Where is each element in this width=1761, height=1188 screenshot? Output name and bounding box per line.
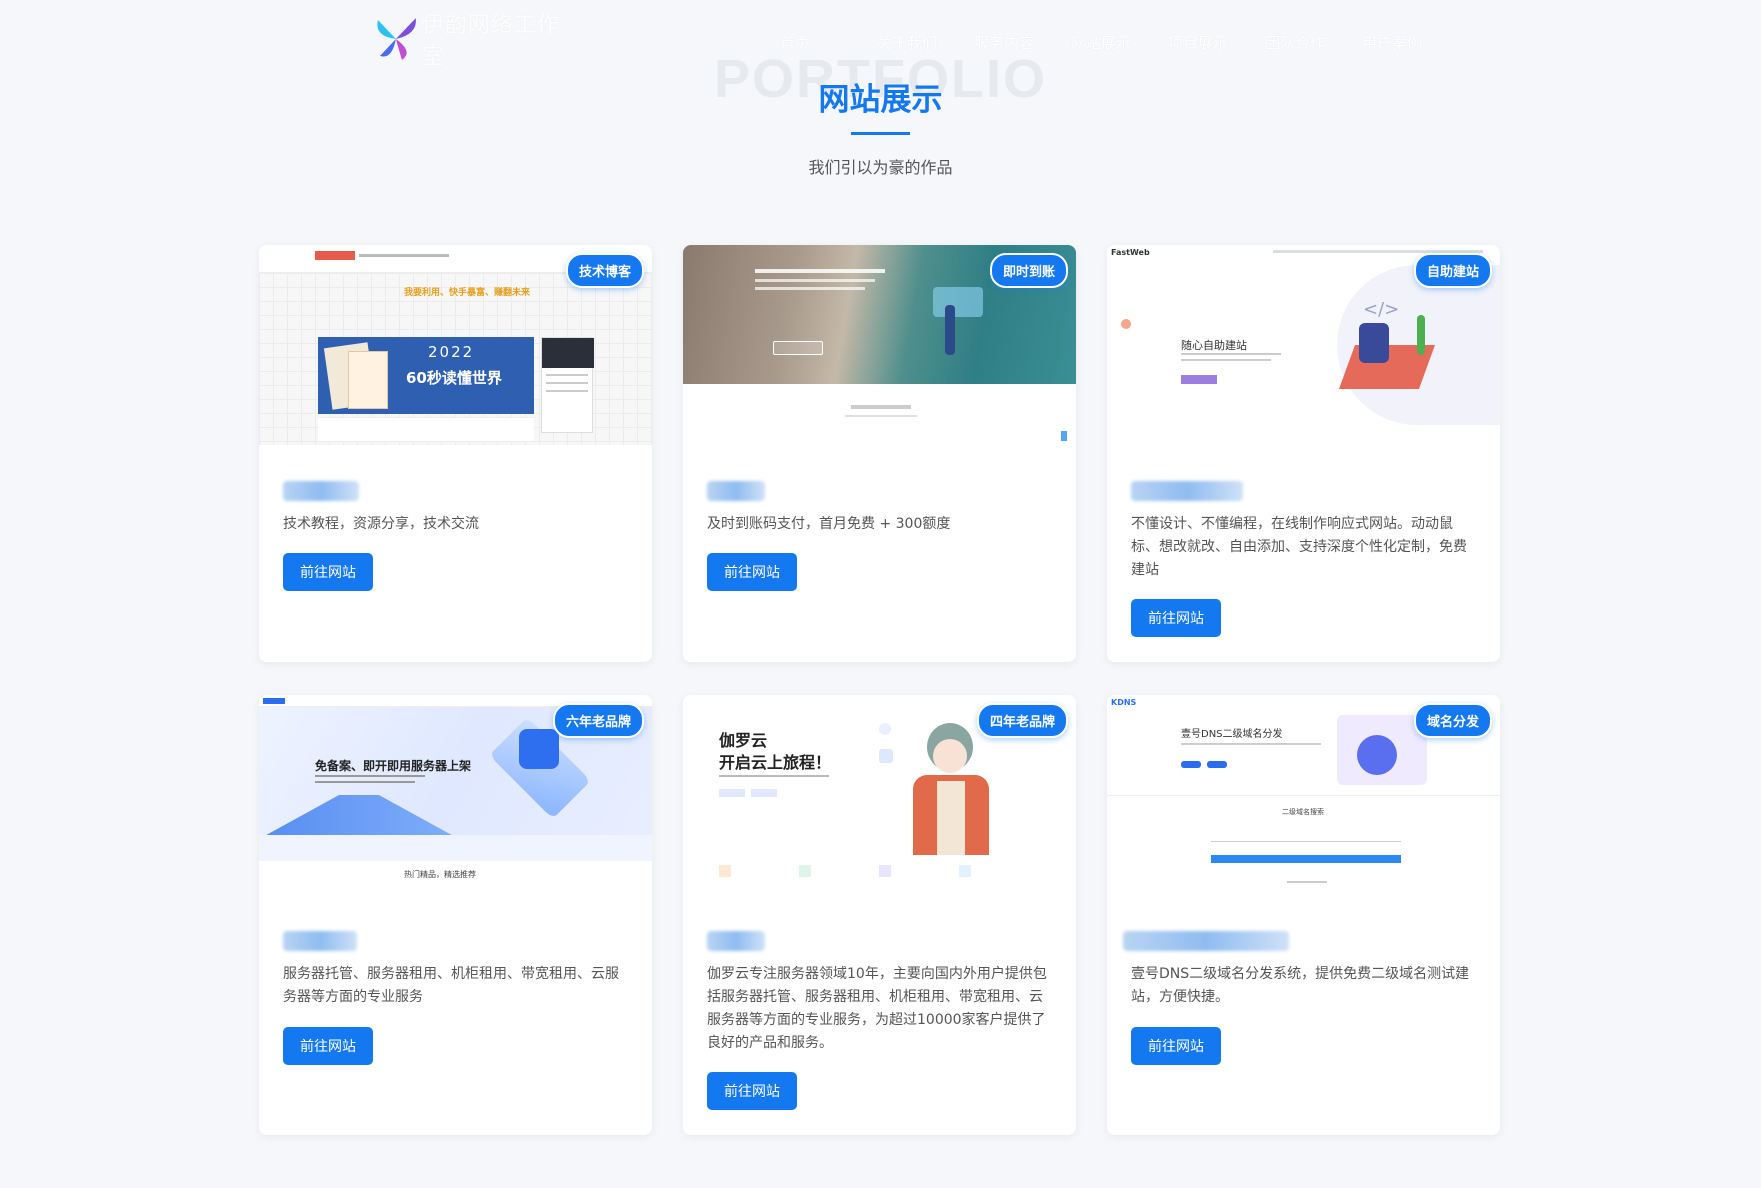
card-badge: 即时到账 (989, 253, 1068, 288)
card-title-blurred (283, 481, 359, 501)
card-title-blurred (1123, 931, 1289, 951)
thumb-banner: 2022 60秒读懂世界 (318, 337, 534, 414)
visit-site-button[interactable]: 前往网站 (1131, 599, 1221, 637)
visit-site-button[interactable]: 前往网站 (707, 553, 797, 591)
section-subtitle: 我们引以为豪的作品 (808, 158, 953, 177)
card-badge: 技术博客 (565, 253, 644, 288)
portfolio-card: FastWeb 随心自助建站 </> 自助建站 不懂设计、不懂编程，在线制作响应… (1107, 245, 1500, 662)
thumb-slogan: 我要利用、快手暴富、赚翻未来 (404, 288, 531, 298)
card-badge: 自助建站 (1413, 253, 1492, 288)
card-title-blurred (707, 481, 765, 501)
card-description: 壹号DNS二级域名分发系统，提供免费二级域名测试建站，方便快捷。 (1131, 966, 1470, 1005)
visit-site-button[interactable]: 前往网站 (707, 1072, 797, 1110)
card-title-blurred (1131, 481, 1243, 501)
card-description: 技术教程，资源分享，技术交流 (283, 516, 479, 532)
card-description: 及时到账码支付，首月免费 + 300额度 (707, 516, 951, 532)
card-badge: 域名分发 (1413, 703, 1492, 738)
card-title-blurred (707, 931, 765, 951)
visit-site-button[interactable]: 前往网站 (283, 1027, 373, 1065)
portfolio-card: KDNS 壹号DNS二级域名分发 二级域名搜索 域名分发 壹号DNS二级域名分发… (1107, 695, 1500, 1135)
card-description: 伽罗云专注服务器领域10年，主要向国内外用户提供包括服务器托管、服务器租用、机柜… (707, 966, 1047, 1051)
visit-site-button[interactable]: 前往网站 (1131, 1027, 1221, 1065)
portfolio-card: 伽罗云 开启云上旅程！ 四年老品牌 伽罗云专注服务器领域10年，主要向国内外用户… (683, 695, 1076, 1135)
section-title: 网站展示 (818, 82, 943, 118)
portfolio-card: 即时到账 及时到账码支付，首月免费 + 300额度 前往网站 (683, 245, 1076, 662)
title-underline (851, 132, 910, 135)
portfolio-card: 免备案、即开即用服务器上架 热门精品，精选推荐 六年老品牌 服务器托管、服务器租… (259, 695, 652, 1135)
card-description: 不懂设计、不懂编程，在线制作响应式网站。动动鼠标、想改就改、自由添加、支持深度个… (1131, 516, 1467, 578)
card-badge: 四年老品牌 (976, 703, 1068, 738)
visit-site-button[interactable]: 前往网站 (283, 553, 373, 591)
card-description: 服务器托管、服务器租用、机柜租用、带宽租用、云服务器等方面的专业服务 (283, 966, 619, 1005)
card-title-blurred (283, 931, 357, 951)
card-badge: 六年老品牌 (552, 703, 644, 738)
portfolio-card: 我要利用、快手暴富、赚翻未来 2022 60秒读懂世界 技术博客 技术教程，资源… (259, 245, 652, 662)
